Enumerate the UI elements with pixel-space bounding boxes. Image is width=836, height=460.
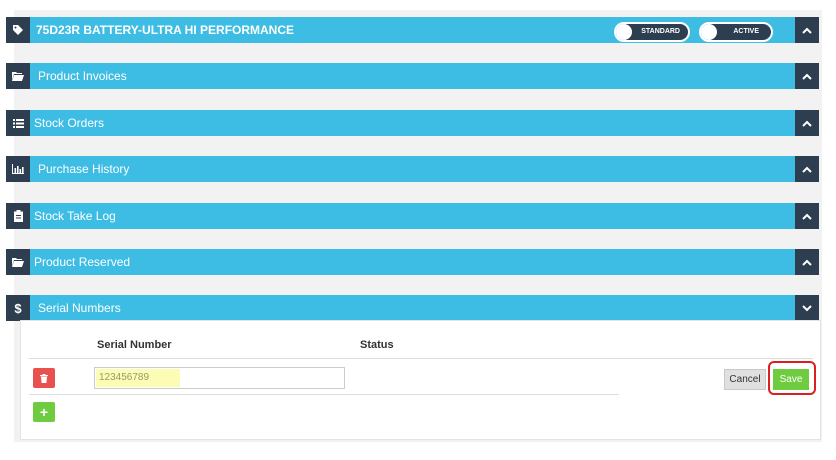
- header-divider: [29, 358, 813, 359]
- product-title: 75D23R BATTERY-ULTRA HI PERFORMANCE: [36, 23, 295, 37]
- product-header-bar: 75D23R BATTERY-ULTRA HI PERFORMANCE STAN…: [6, 17, 819, 43]
- folder-open-icon: [6, 249, 30, 275]
- active-toggle[interactable]: ACTIVE: [699, 22, 773, 42]
- standard-toggle[interactable]: STANDARD: [614, 22, 690, 42]
- section-label: Purchase History: [38, 162, 130, 176]
- cancel-button[interactable]: Cancel: [724, 369, 766, 390]
- section-stock-take-log[interactable]: Stock Take Log: [6, 203, 819, 229]
- chevron-up-icon[interactable]: [795, 110, 819, 136]
- chevron-up-icon[interactable]: [795, 63, 819, 89]
- toggle-label: STANDARD: [641, 28, 680, 35]
- save-button[interactable]: Save: [773, 369, 809, 390]
- plus-icon: +: [39, 404, 49, 420]
- section-serial-numbers[interactable]: $ Serial Numbers: [6, 295, 819, 321]
- bar-chart-icon: [6, 156, 30, 182]
- serial-number-input[interactable]: 123456789: [94, 367, 345, 389]
- section-purchase-history[interactable]: Purchase History: [6, 156, 819, 182]
- row-divider: [29, 394, 619, 395]
- section-label: Serial Numbers: [38, 301, 121, 315]
- section-label: Stock Take Log: [34, 209, 116, 223]
- section-label: Product Reserved: [34, 255, 131, 269]
- section-product-reserved[interactable]: Product Reserved: [6, 249, 819, 275]
- section-stock-orders[interactable]: Stock Orders: [6, 110, 819, 136]
- section-label: Stock Orders: [34, 116, 105, 130]
- chevron-up-icon[interactable]: [795, 249, 819, 275]
- delete-row-button[interactable]: [33, 368, 55, 388]
- column-header-status: Status: [360, 339, 394, 351]
- clipboard-icon: [6, 203, 30, 229]
- chevron-up-icon[interactable]: [795, 203, 819, 229]
- trash-icon: [40, 373, 48, 383]
- toggle-knob: [701, 24, 717, 40]
- chevron-up-icon[interactable]: [795, 156, 819, 182]
- toggle-label: ACTIVE: [733, 28, 759, 35]
- column-header-serial-number: Serial Number: [97, 339, 172, 351]
- dollar-icon: $: [6, 295, 30, 321]
- add-row-button[interactable]: +: [33, 402, 55, 422]
- serial-number-value: 123456789: [96, 369, 180, 387]
- serial-numbers-panel: Serial Number Status 123456789 Cancel Sa…: [20, 320, 821, 440]
- list-icon: [6, 110, 30, 136]
- section-label: Product Invoices: [38, 69, 127, 83]
- section-product-invoices[interactable]: Product Invoices: [6, 63, 819, 89]
- tag-icon: [6, 17, 30, 43]
- chevron-down-icon[interactable]: [795, 295, 819, 321]
- folder-open-icon: [6, 63, 30, 89]
- chevron-up-icon[interactable]: [795, 17, 819, 43]
- toggle-knob: [616, 24, 632, 40]
